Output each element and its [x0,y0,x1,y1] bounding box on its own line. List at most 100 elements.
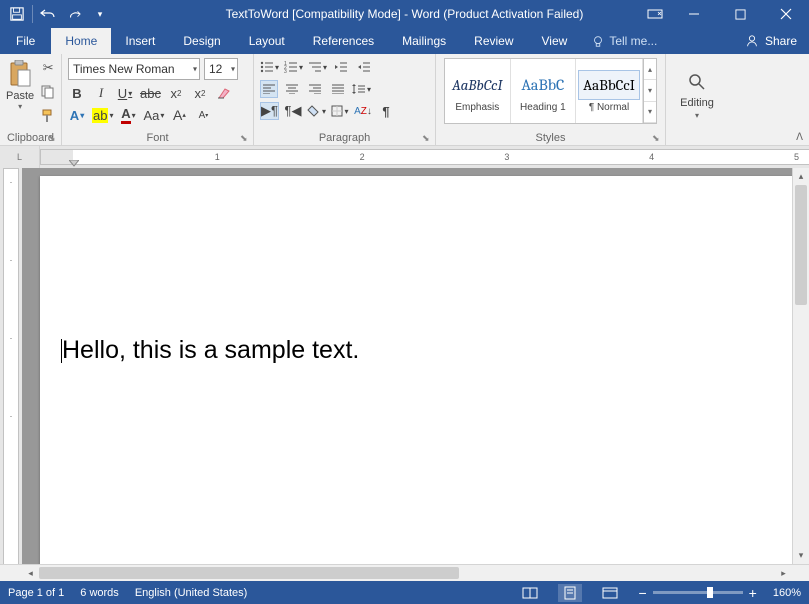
collapse-ribbon-icon[interactable]: ᐱ [796,132,803,143]
text-effects-icon[interactable]: A▾ [68,106,86,124]
shrink-font-icon[interactable]: A▾ [194,106,212,124]
decrease-indent-icon[interactable] [332,58,350,76]
qat-customize-icon[interactable]: ▾ [87,1,113,27]
align-right-icon[interactable] [306,80,324,98]
styles-launcher-icon[interactable]: ⬊ [652,133,662,143]
language-status[interactable]: English (United States) [135,587,248,599]
tab-design[interactable]: Design [169,28,234,54]
clipboard-launcher-icon[interactable]: ⬊ [48,133,58,143]
zoom-out-icon[interactable]: − [638,585,646,601]
quick-access-toolbar: ▾ [0,1,113,27]
tab-home[interactable]: Home [51,28,111,54]
font-name-select[interactable]: Times New Roman ▾ [68,58,200,80]
numbering-icon[interactable]: 123▾ [284,58,303,76]
page[interactable]: Hello, this is a sample text. [40,176,792,564]
page-status[interactable]: Page 1 of 1 [8,587,64,599]
subscript-button[interactable]: x2 [167,84,185,102]
copy-icon[interactable] [38,82,58,102]
strikethrough-button[interactable]: abc [140,84,161,102]
tell-me-search[interactable]: Tell me... [587,28,671,54]
style-down-icon[interactable]: ▾ [644,80,656,101]
zoom-track[interactable] [653,591,743,594]
web-layout-icon[interactable] [598,584,622,602]
undo-icon[interactable] [35,1,61,27]
tab-layout[interactable]: Layout [235,28,299,54]
editing-button[interactable]: Editing ▾ [680,69,714,120]
paste-label: Paste [6,90,34,102]
multilevel-list-icon[interactable]: ▾ [308,58,327,76]
grow-font-icon[interactable]: A▴ [170,106,188,124]
zoom-thumb[interactable] [707,587,713,598]
tab-review[interactable]: Review [460,28,527,54]
cut-icon[interactable]: ✂ [38,58,58,78]
hscroll-thumb[interactable] [39,567,459,579]
close-icon[interactable] [763,0,809,28]
tab-insert[interactable]: Insert [111,28,169,54]
font-size-select[interactable]: 12 ▾ [204,58,238,80]
format-painter-icon[interactable] [38,106,58,126]
shading-icon[interactable]: ▾ [307,102,326,120]
print-layout-icon[interactable] [558,584,582,602]
align-left-icon[interactable] [260,80,278,98]
font-launcher-icon[interactable]: ⬊ [240,133,250,143]
clear-formatting-icon[interactable] [215,84,233,102]
zoom-in-icon[interactable]: + [749,585,757,601]
tab-mailings[interactable]: Mailings [388,28,460,54]
document-text[interactable]: Hello, this is a sample text. [62,336,792,365]
group-label-paragraph: Paragraph [254,131,435,145]
borders-icon[interactable]: ▾ [331,102,349,120]
group-editing: Editing ▾ [666,54,728,145]
style-gallery-scroll[interactable]: ▴ ▾ ▾ [643,59,656,123]
redo-icon[interactable] [61,1,87,27]
justify-icon[interactable] [329,80,347,98]
ribbon-options-icon[interactable] [639,0,671,28]
rtl-direction-icon[interactable]: ¶◀ [284,102,302,120]
minimize-icon[interactable] [671,0,717,28]
style-normal[interactable]: AaBbCcI ¶ Normal [576,59,643,123]
tab-selector[interactable]: L [0,146,40,168]
scroll-up-icon[interactable]: ▴ [793,168,809,185]
style-up-icon[interactable]: ▴ [644,59,656,80]
word-count[interactable]: 6 words [80,587,119,599]
align-center-icon[interactable] [283,80,301,98]
text-cursor [61,339,62,363]
document-viewport[interactable]: Hello, this is a sample text. [22,168,792,564]
show-hide-icon[interactable]: ¶ [377,102,395,120]
tab-references[interactable]: References [299,28,388,54]
change-case-button[interactable]: Aa▾ [143,106,164,124]
superscript-button[interactable]: x2 [191,84,209,102]
zoom-level[interactable]: 160% [773,587,801,599]
ltr-direction-icon[interactable]: ▶¶ [260,102,279,120]
bullets-icon[interactable]: ▾ [260,58,279,76]
scroll-thumb[interactable] [795,185,807,305]
style-preview: AaBbCcI [578,70,640,100]
line-spacing-icon[interactable]: ▾ [352,80,371,98]
style-more-icon[interactable]: ▾ [644,102,656,123]
read-mode-icon[interactable] [518,584,542,602]
tab-view[interactable]: View [528,28,582,54]
increase-indent-icon[interactable] [355,58,373,76]
scroll-left-icon[interactable]: ◂ [22,565,39,581]
underline-button[interactable]: U▾ [116,84,134,102]
tab-file[interactable]: File [0,28,51,54]
maximize-icon[interactable] [717,0,763,28]
font-color-icon[interactable]: A▾ [119,106,137,124]
share-button[interactable]: Share [733,28,809,54]
scroll-down-icon[interactable]: ▾ [793,547,809,564]
sort-icon[interactable]: AZ↓ [354,102,372,120]
style-emphasis[interactable]: AaBbCcI Emphasis [445,59,511,123]
scroll-right-icon[interactable]: ▸ [775,565,792,581]
vertical-scrollbar[interactable]: ▴ ▾ [792,168,809,564]
paste-button[interactable]: Paste ▾ [6,58,34,130]
highlight-icon[interactable]: ab▾ [92,106,113,124]
zoom-slider[interactable]: − + [638,585,756,601]
italic-button[interactable]: I [92,84,110,102]
horizontal-ruler[interactable]: 1 2 3 4 5 [40,149,809,165]
bold-button[interactable]: B [68,84,86,102]
horizontal-scrollbar[interactable]: ◂ ▸ [0,564,809,581]
save-icon[interactable] [4,1,30,27]
style-heading1[interactable]: AaBbC Heading 1 [511,59,577,123]
status-bar: Page 1 of 1 6 words English (United Stat… [0,581,809,604]
vertical-ruler[interactable]: ···· [0,168,22,564]
paragraph-launcher-icon[interactable]: ⬊ [422,133,432,143]
